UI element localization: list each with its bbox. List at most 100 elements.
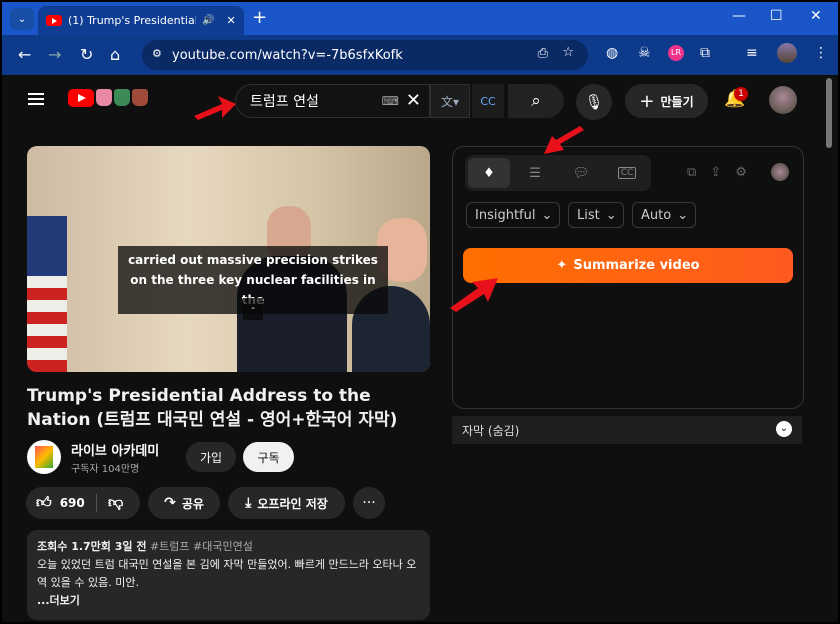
description-text: 오늘 있었던 트럼 대국민 연설을 본 김에 자막 만들었어. 빠르게 만드느라… — [37, 558, 417, 589]
address-bar[interactable]: ⚙ youtube.com/watch?v=-7b6sfxKofk ⎙ ☆ — [142, 40, 588, 70]
back-icon[interactable]: ← — [18, 45, 31, 64]
cup-icon — [114, 89, 130, 106]
clear-search-icon[interactable]: ✕ — [406, 90, 421, 111]
search-query: 트럼프 연설 — [250, 94, 319, 110]
new-tab-button[interactable]: + — [252, 8, 267, 28]
user-avatar[interactable] — [769, 86, 797, 114]
share-button[interactable]: ↷ 공유 — [148, 487, 220, 519]
cc-icon: CC — [617, 167, 637, 179]
home-icon[interactable]: ⌂ — [110, 45, 120, 64]
browser-window: ⌄ (1) Trump's Presidential Ad 🔊 ✕ + — ☐ … — [0, 0, 840, 624]
menu-icon[interactable]: ⋮ — [814, 45, 828, 61]
chevron-down-icon: ⌄ — [605, 207, 617, 223]
maximize-button[interactable]: ☐ — [770, 8, 783, 24]
subtitles-label: 자막 (숨김) — [462, 424, 520, 438]
like-count: 690 — [59, 495, 85, 510]
chevron-down-icon: ⌄ — [541, 207, 553, 223]
search-icon: ⌕ — [531, 91, 541, 111]
translate-icon[interactable]: 文▾ — [430, 84, 470, 118]
dislike-button[interactable]: 👎︎ — [108, 493, 123, 512]
panel-tabs: ♦ ☰ 💬︎ CC — [465, 155, 651, 191]
summarize-button[interactable]: ✦ Summarize video — [463, 248, 793, 283]
bookmark-star-icon[interactable]: ☆ — [562, 45, 574, 60]
tab-title: (1) Trump's Presidential Ad — [68, 14, 196, 27]
create-button[interactable]: + 만들기 — [625, 84, 708, 118]
share-label: 공유 — [181, 496, 204, 511]
format-select[interactable]: List ⌄ — [568, 202, 624, 228]
notification-badge: 1 — [734, 87, 748, 101]
reload-icon[interactable]: ↻ — [80, 45, 93, 64]
video-caption-secondary: - — [243, 298, 263, 320]
chevron-down-icon: ⌄ — [677, 207, 689, 223]
tab-strip: ⌄ (1) Trump's Presidential Ad 🔊 ✕ + — ☐ … — [2, 2, 838, 35]
chevron-down-icon: ⌄ — [17, 13, 27, 25]
summarizer-panel: ♦ ☰ 💬︎ CC ⧉ ⇪ ⚙ Insightful ⌄ List ⌄ Auto ⌄ … — [452, 146, 804, 409]
description-box[interactable]: 조회수 1.7만회 3일 전 #트럼프 #대국민연설 오늘 있었던 트럼 대국민… — [27, 530, 430, 620]
channel-name[interactable]: 라이브 아카데미 — [71, 440, 159, 459]
cc-search-icon[interactable]: CC — [472, 84, 504, 118]
skull-extension-icon[interactable]: ☠ — [638, 45, 651, 61]
copy-icon[interactable]: ⧉ — [687, 165, 696, 180]
style-select[interactable]: Insightful ⌄ — [466, 202, 560, 228]
profile-avatar[interactable] — [777, 43, 797, 63]
description-meta: 조회수 1.7만회 3일 전 #트럼프 #대국민연설 — [37, 538, 420, 556]
close-tab-icon[interactable]: ✕ — [226, 14, 235, 27]
format-value: List — [577, 207, 600, 223]
channel-avatar[interactable] — [27, 440, 61, 474]
like-button[interactable]: 👍︎ 690 — [36, 493, 85, 512]
export-icon[interactable]: ⇪ — [710, 165, 721, 180]
subscriber-count: 구독자 104만명 — [71, 464, 140, 475]
cup-icon — [132, 89, 148, 106]
install-icon[interactable]: ⎙ — [538, 46, 548, 61]
tab-chat[interactable]: 💬︎ — [560, 158, 602, 188]
show-more-link[interactable]: ...더보기 — [37, 592, 420, 610]
tab-list[interactable]: ☰ — [514, 158, 556, 188]
hashtags[interactable]: #트럼프 #대국민연설 — [150, 540, 253, 553]
scrollbar[interactable] — [826, 78, 832, 148]
download-button[interactable]: ⤓ 오프라인 저장 — [228, 487, 345, 519]
settings-sliders-icon[interactable]: ⚙ — [735, 165, 747, 180]
voice-search-button[interactable]: 🎙 — [576, 84, 612, 120]
close-window-button[interactable]: ✕ — [810, 8, 822, 24]
summarize-label: Summarize video — [573, 258, 700, 273]
chevron-down-icon[interactable]: ⌄ — [776, 421, 792, 437]
extensions-icon[interactable]: ⧉ — [700, 45, 710, 61]
video-player[interactable]: carried out massive precision strikes on… — [27, 146, 430, 372]
divider — [96, 494, 97, 512]
us-flag — [27, 216, 67, 372]
search-input[interactable]: 트럼프 연설 ⌨ ✕ — [235, 84, 430, 118]
panel-avatar[interactable] — [771, 163, 789, 181]
globe-icon[interactable]: ◍ — [606, 45, 618, 61]
chat-icon: 💬︎ — [572, 165, 590, 181]
download-label: 오프라인 저장 — [257, 496, 328, 511]
lr-extension-icon[interactable]: LR — [668, 45, 684, 61]
minimize-button[interactable]: — — [732, 8, 746, 24]
tab-transcript[interactable]: CC — [606, 158, 648, 188]
url-text: youtube.com/watch?v=-7b6sfxKofk — [172, 47, 403, 63]
list-icon: ☰ — [529, 165, 541, 181]
tab-search-button[interactable]: ⌄ — [10, 8, 34, 30]
tab-summary[interactable]: ♦ — [468, 158, 510, 188]
style-value: Insightful — [475, 207, 536, 223]
doodle-logo — [96, 89, 148, 106]
youtube-header: 트럼프 연설 ⌨ ✕ 文▾ CC ⌕ 🎙 + 만들기 🔔 1 — [2, 75, 838, 127]
media-control-icon[interactable]: ≡ — [746, 45, 758, 61]
more-actions-button[interactable]: ··· — [353, 487, 385, 519]
views-date: 조회수 1.7만회 3일 전 — [37, 540, 147, 553]
browser-tab[interactable]: (1) Trump's Presidential Ad 🔊 ✕ — [38, 6, 244, 35]
language-select[interactable]: Auto ⌄ — [632, 202, 696, 228]
join-button[interactable]: 가입 — [186, 442, 236, 472]
sparkle-icon: ✦ — [556, 258, 568, 273]
hamburger-menu-icon[interactable] — [28, 93, 44, 105]
site-info-icon[interactable]: ⚙ — [152, 47, 162, 60]
forward-icon[interactable]: → — [48, 45, 61, 64]
youtube-logo[interactable] — [68, 89, 94, 107]
speaker-icon[interactable]: 🔊 — [202, 15, 214, 26]
subtitles-bar[interactable]: 자막 (숨김) ⌄ — [452, 416, 802, 444]
keyboard-icon[interactable]: ⌨ — [382, 94, 399, 108]
download-icon: ⤓ — [245, 495, 252, 511]
subscribe-button[interactable]: 구독 — [243, 442, 294, 472]
language-value: Auto — [641, 207, 672, 223]
search-button[interactable]: ⌕ — [508, 84, 564, 118]
mic-icon: 🎙 — [584, 93, 604, 111]
